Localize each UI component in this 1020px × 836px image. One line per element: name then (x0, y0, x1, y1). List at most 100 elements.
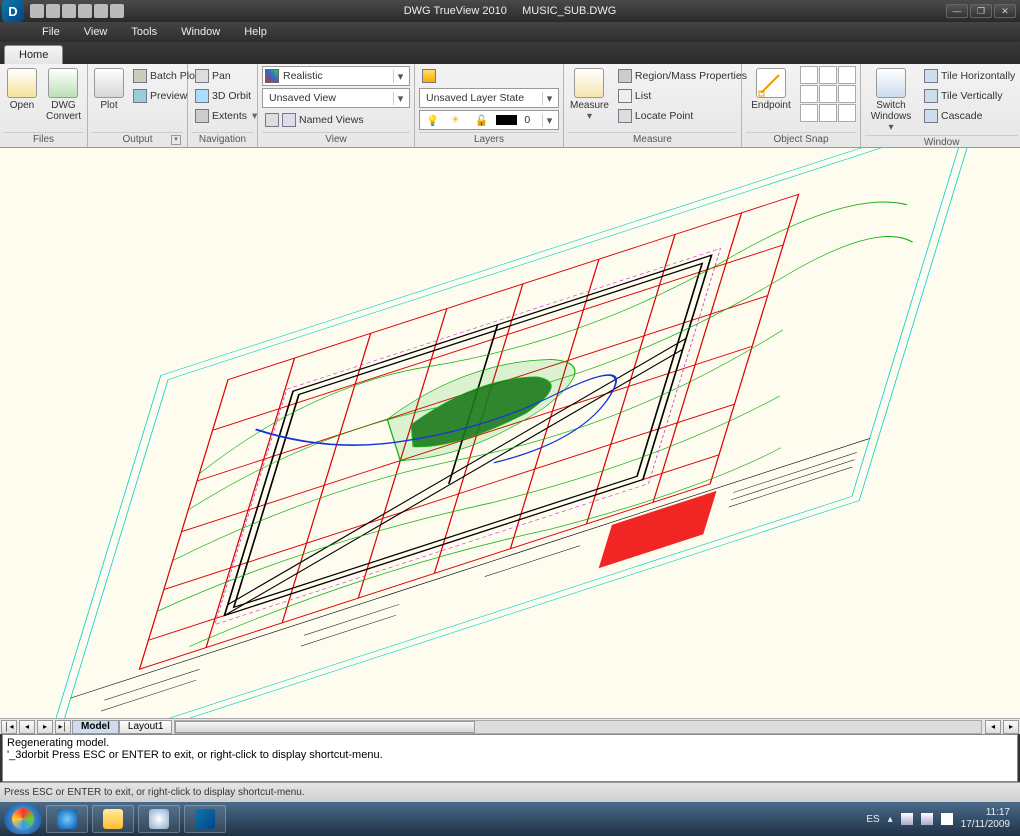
pan-button[interactable]: Pan (192, 66, 260, 86)
maximize-button[interactable]: ❐ (970, 4, 992, 18)
qat-new-icon[interactable] (30, 4, 44, 18)
region-props-button[interactable]: Region/Mass Properties (615, 66, 750, 86)
expand-icon[interactable]: ▾ (171, 135, 181, 145)
qat-undo-icon[interactable] (94, 4, 108, 18)
tab-blank[interactable] (63, 44, 102, 64)
menu-tools[interactable]: Tools (119, 23, 169, 41)
menu-file[interactable]: File (30, 23, 72, 41)
osnap-node-icon[interactable] (838, 66, 856, 84)
named-view-dropdown[interactable]: Unsaved View▾ (262, 88, 410, 108)
printer-icon (94, 68, 124, 98)
layout-tab-bar: │◂ ◂ ▸ ▸│ Model Layout1 ◂ ▸ (0, 718, 1020, 734)
caret-icon: ▾ (542, 114, 556, 127)
quick-access-toolbar (30, 4, 124, 18)
osnap-near-icon[interactable] (838, 104, 856, 122)
title-bar: D DWG TrueView 2010 MUSIC_SUB.DWG — ❐ ✕ (0, 0, 1020, 22)
lock-icon: 🔓 (471, 114, 493, 127)
next-tab-button[interactable]: ▸ (37, 720, 53, 734)
menu-view[interactable]: View (72, 23, 120, 41)
action-center-icon[interactable] (941, 813, 953, 825)
menu-window[interactable]: Window (169, 23, 232, 41)
visual-style-icon (265, 69, 279, 83)
panel-measure: Measure ▾ Region/Mass Properties List Lo… (564, 64, 742, 147)
tab-home[interactable]: Home (4, 45, 63, 64)
osnap-mid-icon[interactable] (800, 66, 818, 84)
taskbar-magnifier-button[interactable] (138, 805, 180, 833)
panel-navigation: Pan 3D Orbit Extents▾ Navigation (188, 64, 258, 147)
osnap-tan-icon[interactable] (819, 104, 837, 122)
qat-redo-icon[interactable] (110, 4, 124, 18)
menu-help[interactable]: Help (232, 23, 279, 41)
layout1-tab[interactable]: Layout1 (119, 720, 173, 734)
osnap-perp-icon[interactable] (800, 104, 818, 122)
app-name: DWG TrueView 2010 (404, 5, 507, 17)
volume-icon[interactable] (921, 813, 933, 825)
locate-icon (618, 109, 632, 123)
osnap-quad-icon[interactable] (800, 85, 818, 103)
open-button[interactable]: Open (4, 66, 40, 113)
ribbon: Open DWG Convert Files Plot Batch Plot P… (0, 64, 1020, 148)
clock-time: 11:17 (961, 807, 1010, 819)
osnap-ext-icon[interactable] (838, 85, 856, 103)
extents-button[interactable]: Extents▾ (192, 106, 260, 126)
caret-icon: ▾ (542, 92, 556, 105)
layer-color-swatch (496, 115, 518, 125)
bulb-icon: 💡 (422, 114, 444, 127)
layer-props-button[interactable] (419, 66, 559, 86)
list-button[interactable]: List (615, 86, 750, 106)
model-tab[interactable]: Model (72, 720, 119, 734)
preview-icon (133, 89, 147, 103)
taskbar-clock[interactable]: 11:17 17/11/2009 (961, 807, 1010, 831)
language-indicator[interactable]: ES (866, 814, 879, 825)
ie-icon (57, 809, 77, 829)
tile-vertically-button[interactable]: Tile Vertically (921, 86, 1018, 106)
panel-osnap: Endpoint Object S (742, 64, 861, 147)
taskbar-explorer-button[interactable] (92, 805, 134, 833)
pan-icon (195, 69, 209, 83)
app-logo-icon[interactable]: D (2, 0, 24, 22)
taskbar-trueview-button[interactable] (184, 805, 226, 833)
hscroll-right-button[interactable]: ▸ (1003, 720, 1019, 734)
osnap-center-icon[interactable] (819, 66, 837, 84)
dwg-convert-button[interactable]: DWG Convert (44, 66, 83, 124)
current-layer-dropdown[interactable]: 💡 ☀ 🔓 0 ▾ (419, 110, 559, 130)
hscroll-left-button[interactable]: ◂ (985, 720, 1001, 734)
qat-open-icon[interactable] (46, 4, 60, 18)
cascade-button[interactable]: Cascade (921, 106, 1018, 126)
osnap-int-icon[interactable] (819, 85, 837, 103)
hscroll-thumb[interactable] (175, 721, 475, 733)
window-title: DWG TrueView 2010 MUSIC_SUB.DWG (404, 5, 617, 17)
switch-windows-button[interactable]: Switch Windows▾ (865, 66, 917, 135)
tray-expand-icon[interactable]: ▴ (888, 814, 893, 825)
orbit-button[interactable]: 3D Orbit (192, 86, 260, 106)
plot-button[interactable]: Plot (92, 66, 126, 113)
endpoint-icon (756, 68, 786, 98)
start-button[interactable] (4, 804, 42, 834)
command-window[interactable]: Regenerating model. '_3dorbit Press ESC … (2, 734, 1018, 782)
endpoint-button[interactable]: Endpoint (746, 66, 796, 113)
command-line-2: '_3dorbit Press ESC or ENTER to exit, or… (7, 749, 1013, 761)
list-icon (618, 89, 632, 103)
visual-style-dropdown[interactable]: Realistic▾ (262, 66, 410, 86)
hscroll-track[interactable] (174, 720, 982, 734)
measure-button[interactable]: Measure ▾ (568, 66, 611, 124)
tile-horizontally-button[interactable]: Tile Horizontally (921, 66, 1018, 86)
taskbar-ie-button[interactable] (46, 805, 88, 833)
drawing-canvas[interactable] (0, 148, 1020, 718)
named-views-icon (265, 113, 279, 127)
network-icon[interactable] (901, 813, 913, 825)
first-tab-button[interactable]: │◂ (1, 720, 17, 734)
locate-point-button[interactable]: Locate Point (615, 106, 750, 126)
prev-tab-button[interactable]: ◂ (19, 720, 35, 734)
minimize-button[interactable]: — (946, 4, 968, 18)
last-tab-button[interactable]: ▸│ (55, 720, 71, 734)
clock-date: 17/11/2009 (961, 819, 1010, 831)
caret-icon: ▾ (393, 70, 407, 83)
qat-print-icon[interactable] (78, 4, 92, 18)
qat-save-icon[interactable] (62, 4, 76, 18)
close-button[interactable]: ✕ (994, 4, 1016, 18)
named-views-button[interactable]: Named Views (262, 110, 410, 130)
caret-icon: ▾ (393, 92, 407, 105)
batch-plot-icon (133, 69, 147, 83)
layer-state-dropdown[interactable]: Unsaved Layer State▾ (419, 88, 559, 108)
